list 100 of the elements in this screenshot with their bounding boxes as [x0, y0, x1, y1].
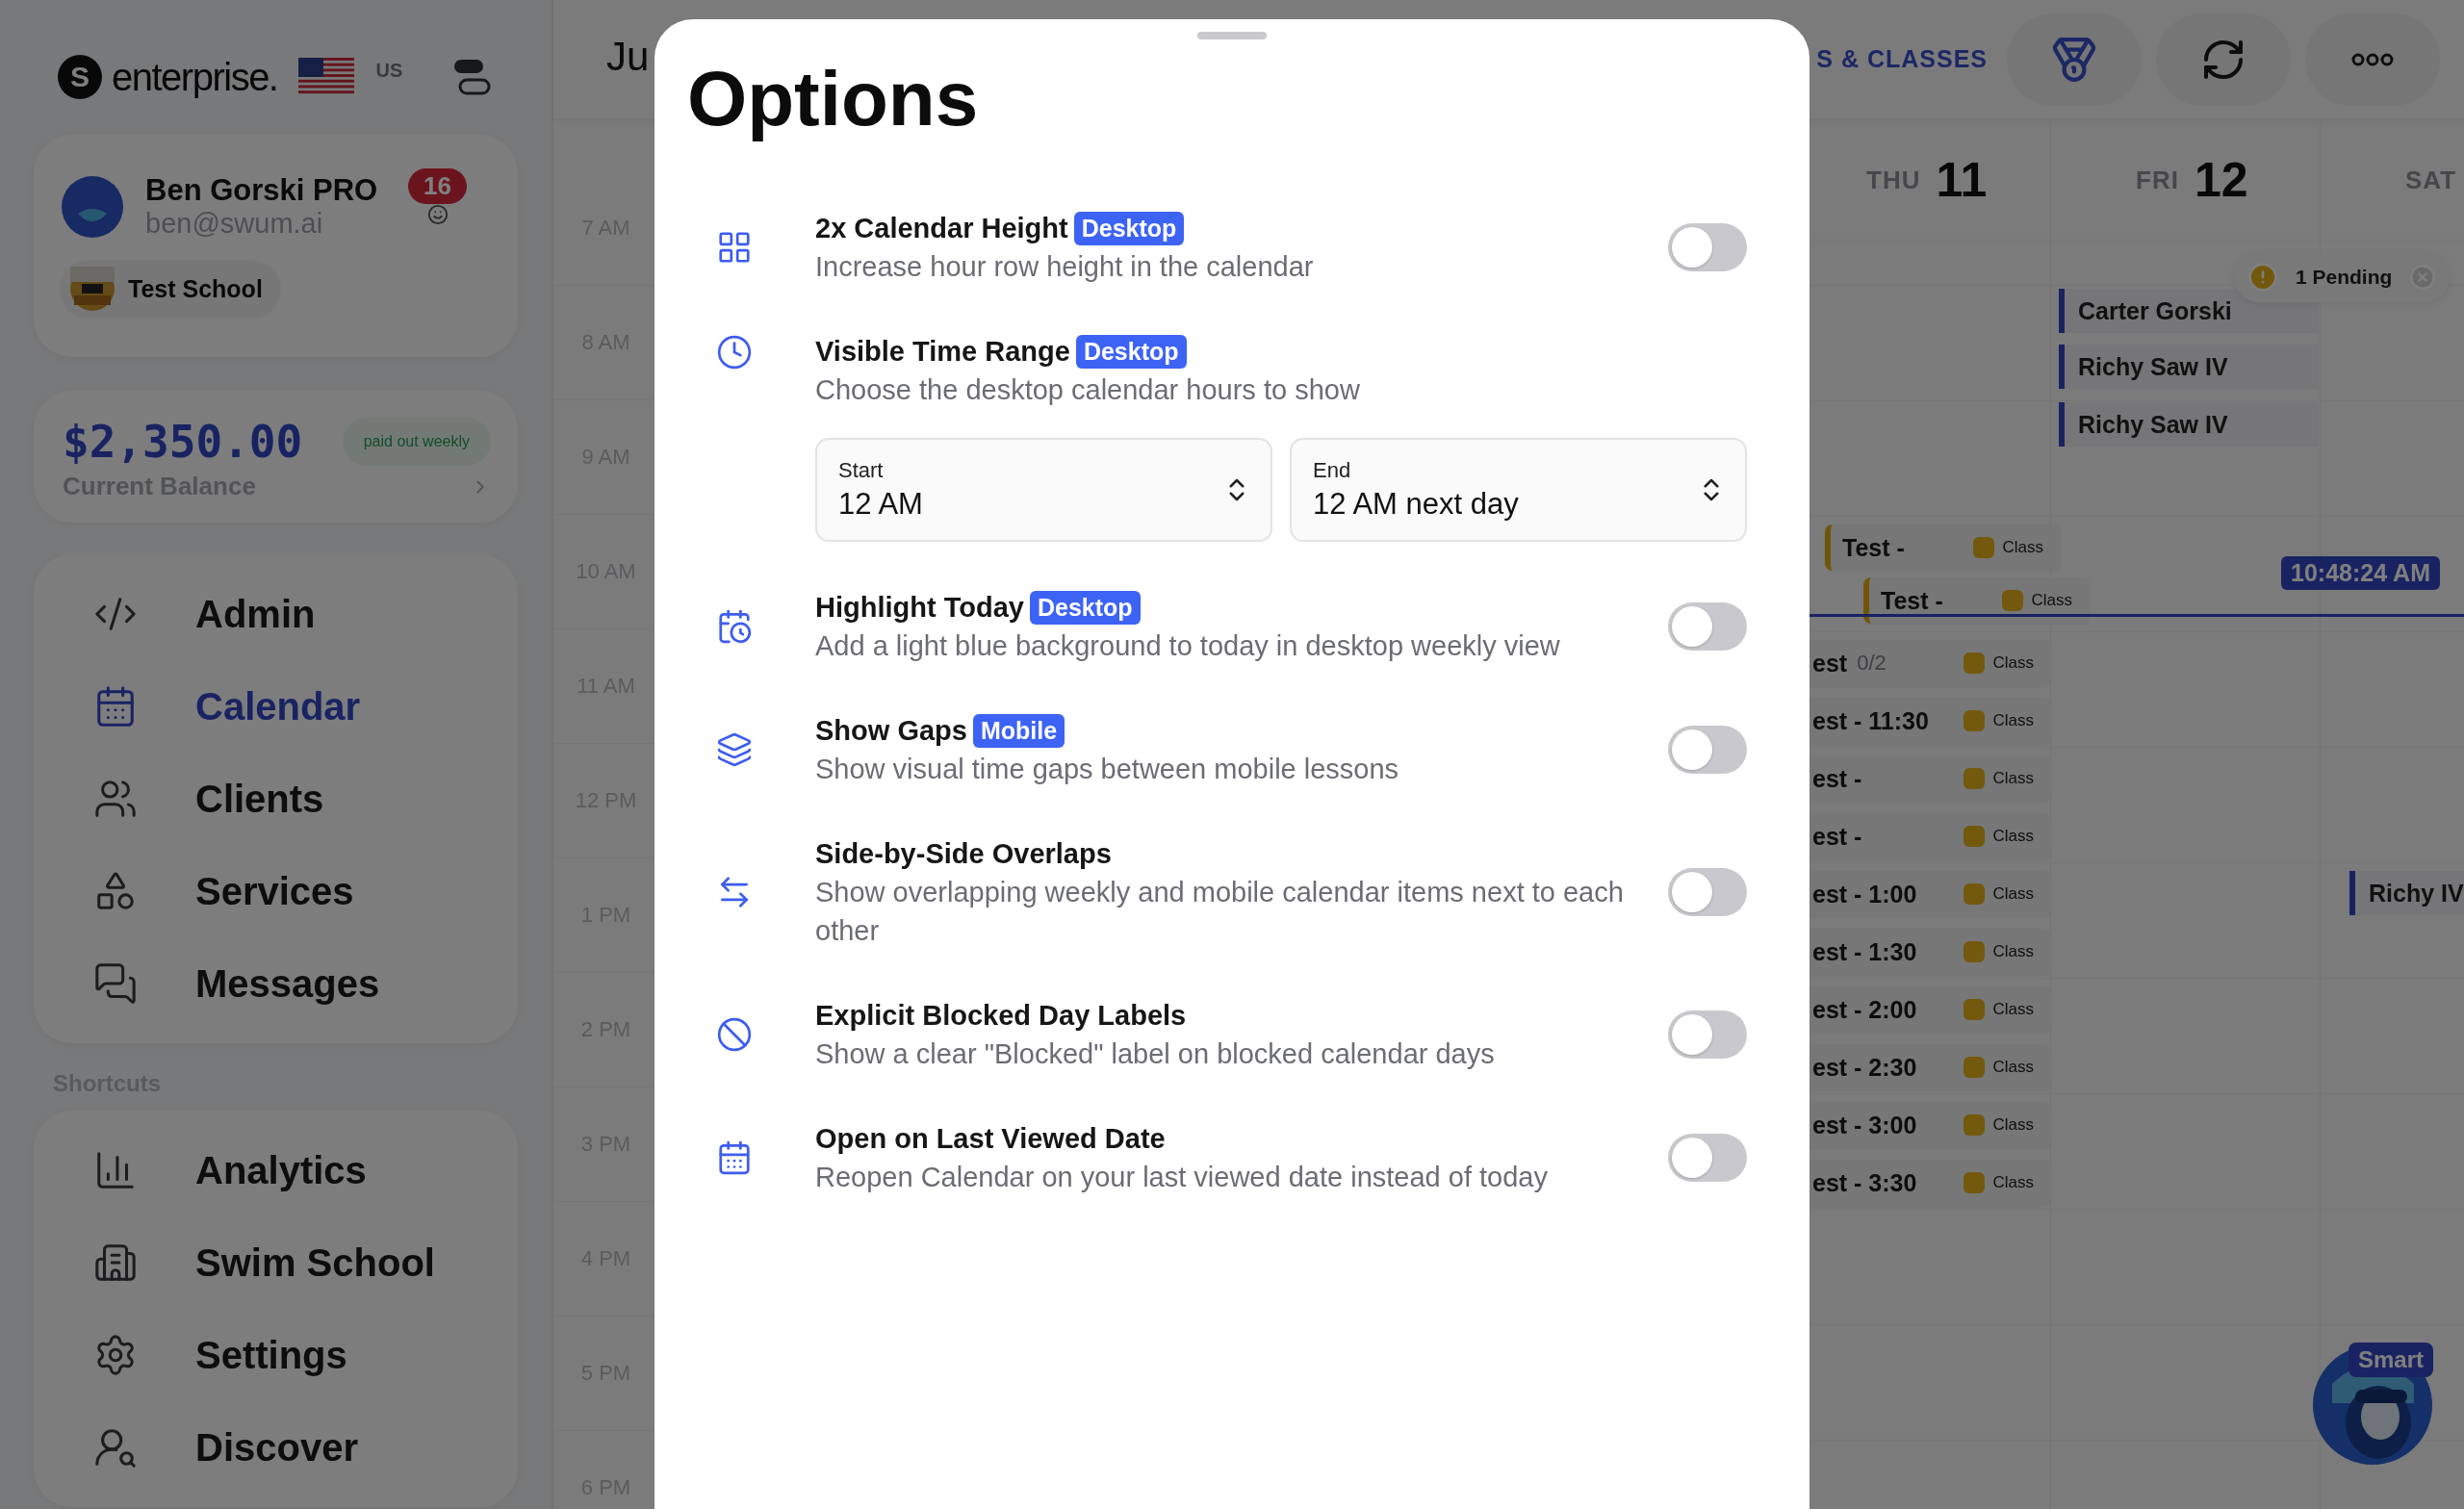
lesson-event[interactable]: Richy Saw IV — [2059, 345, 2319, 389]
option-title: 2x Calendar Height — [815, 212, 1068, 244]
class-tag: Class — [1964, 941, 2034, 962]
time-select[interactable]: End 12 AM next day — [1290, 438, 1747, 542]
capacity-count: 0/2 — [1857, 651, 1887, 676]
platform-badge: Desktop — [1075, 334, 1187, 369]
field-value: 12 AM — [838, 487, 924, 522]
event-title: Test - — [1842, 533, 1906, 562]
lesson-event[interactable]: Richy IV — [2349, 871, 2464, 915]
drag-handle[interactable] — [1197, 32, 1267, 39]
calendar-icon — [716, 1139, 753, 1176]
option-description: Increase hour row height in the calendar — [815, 250, 1315, 284]
nav-item[interactable]: Analytics — [34, 1124, 518, 1216]
option-title: Visible Time Range — [815, 335, 1070, 368]
nav-item[interactable]: Settings — [34, 1309, 518, 1401]
class-tag: Class — [1964, 652, 2034, 674]
option-title: Open on Last Viewed Date — [815, 1122, 1166, 1155]
class-tag: Class — [1964, 826, 2034, 847]
option-title: Explicit Blocked Day Labels — [815, 999, 1187, 1032]
option-title: Highlight Today — [815, 591, 1024, 624]
option-description: Show a clear "Blocked" label on blocked calendar days — [815, 1037, 1496, 1071]
toggle-switch[interactable] — [1668, 868, 1747, 916]
class-card[interactable]: Test - Class — [1863, 577, 2090, 624]
sheet-title: Options — [687, 57, 980, 141]
option-description: Reopen Calendar on your last viewed date instead of today — [815, 1161, 1549, 1194]
class-tag: Class — [1964, 1057, 2034, 1078]
option-title: Side-by-Side Overlaps — [815, 837, 1112, 870]
option-description: Show overlapping weekly and mobile calendar items next to each other — [815, 876, 1625, 948]
class-tag: Class — [1964, 1114, 2034, 1136]
field-value: 12 AM next day — [1313, 487, 1520, 522]
event-title: Test - — [1881, 586, 1944, 615]
nav-item[interactable]: Services — [34, 845, 518, 937]
option-description: Add a light blue background to today in desktop weekly view — [815, 629, 1561, 663]
balance-amount: $2,350.00 — [63, 416, 303, 468]
class-tag: Class — [2002, 590, 2072, 611]
section-link[interactable]: S & CLASSES — [1816, 45, 1988, 73]
day-number: 11 — [1936, 152, 1988, 208]
nav-item[interactable]: Admin — [34, 568, 518, 660]
alert-icon — [2247, 262, 2278, 293]
class-tag: Class — [1973, 537, 2043, 558]
event-title: est - — [1812, 822, 1863, 851]
event-title: est - 2:00 — [1812, 995, 1918, 1024]
toggle-switch[interactable] — [1668, 1134, 1747, 1182]
lesson-event[interactable]: Carter Gorski — [2059, 289, 2319, 333]
event-title: est - 3:00 — [1812, 1111, 1918, 1139]
chat-icon — [93, 961, 138, 1006]
option-description: Choose the desktop calendar hours to show — [815, 373, 1361, 407]
nav-item[interactable]: Clients — [34, 753, 518, 845]
avatar — [61, 174, 124, 239]
platform-badge: Desktop — [1073, 211, 1185, 245]
calendar-icon — [716, 608, 753, 645]
event-title: est — [1812, 649, 1848, 678]
nav-item[interactable]: Discover — [34, 1401, 518, 1494]
class-tag: Class — [1964, 883, 2034, 905]
event-title: est - 3:30 — [1812, 1168, 1918, 1197]
layers-icon — [716, 731, 753, 768]
nav-item[interactable]: Calendar — [34, 660, 518, 753]
assistant-badge: Smart — [2348, 1343, 2434, 1377]
option-title: Show Gaps — [815, 714, 967, 747]
blocked-icon — [716, 1016, 753, 1053]
class-card[interactable]: Test - Class — [1825, 524, 2061, 571]
field-label: End — [1313, 458, 1352, 483]
platform-badge: Mobile — [972, 713, 1065, 748]
event-title: est - 11:30 — [1812, 706, 1930, 735]
time-select[interactable]: Start 12 AM — [815, 438, 1272, 542]
class-tag: Class — [1964, 768, 2034, 789]
medal-icon — [2050, 35, 2098, 84]
class-tag: Class — [1964, 1172, 2034, 1193]
pending-chip[interactable]: 1 Pending — [2234, 252, 2451, 302]
school-chip[interactable]: Test School — [61, 261, 280, 317]
event-title: est - 1:30 — [1812, 937, 1918, 966]
event-title: est - — [1812, 764, 1863, 793]
grid-icon — [716, 229, 753, 266]
toggle-switch[interactable] — [1668, 726, 1747, 774]
clock-icon — [716, 334, 753, 371]
region-label: US — [375, 60, 403, 82]
month-title: Ju — [606, 34, 650, 80]
field-label: Start — [838, 458, 885, 483]
day-number: 12 — [2194, 152, 2248, 208]
smile-icon — [426, 204, 449, 225]
notification-badge[interactable]: 16 — [408, 168, 467, 204]
toggle-switch[interactable] — [1668, 602, 1747, 651]
nav-item[interactable]: Swim School — [34, 1216, 518, 1309]
toggle-switch[interactable] — [1668, 1010, 1747, 1059]
option-description: Show visual time gaps between mobile lessons — [815, 753, 1400, 786]
event-title: est - 2:30 — [1812, 1053, 1918, 1082]
toggle-switch[interactable] — [1668, 223, 1747, 271]
lesson-event[interactable]: Richy Saw IV — [2059, 402, 2319, 447]
flag-icon — [298, 58, 355, 96]
layout-toggle-icon[interactable] — [452, 58, 491, 96]
event-title: est - 1:00 — [1812, 880, 1918, 908]
class-tag: Class — [1964, 710, 2034, 731]
brand-name: enterprise. — [112, 55, 278, 99]
nav-item[interactable]: Messages — [34, 937, 518, 1030]
payout-badge: paid out weekly — [342, 418, 491, 466]
class-tag: Class — [1964, 999, 2034, 1020]
user-name: Ben Gorski PRO — [145, 173, 379, 208]
current-time-badge: 10:48:24 AM — [2281, 556, 2440, 590]
logo-mark: S — [58, 55, 102, 99]
platform-badge: Desktop — [1029, 590, 1141, 625]
